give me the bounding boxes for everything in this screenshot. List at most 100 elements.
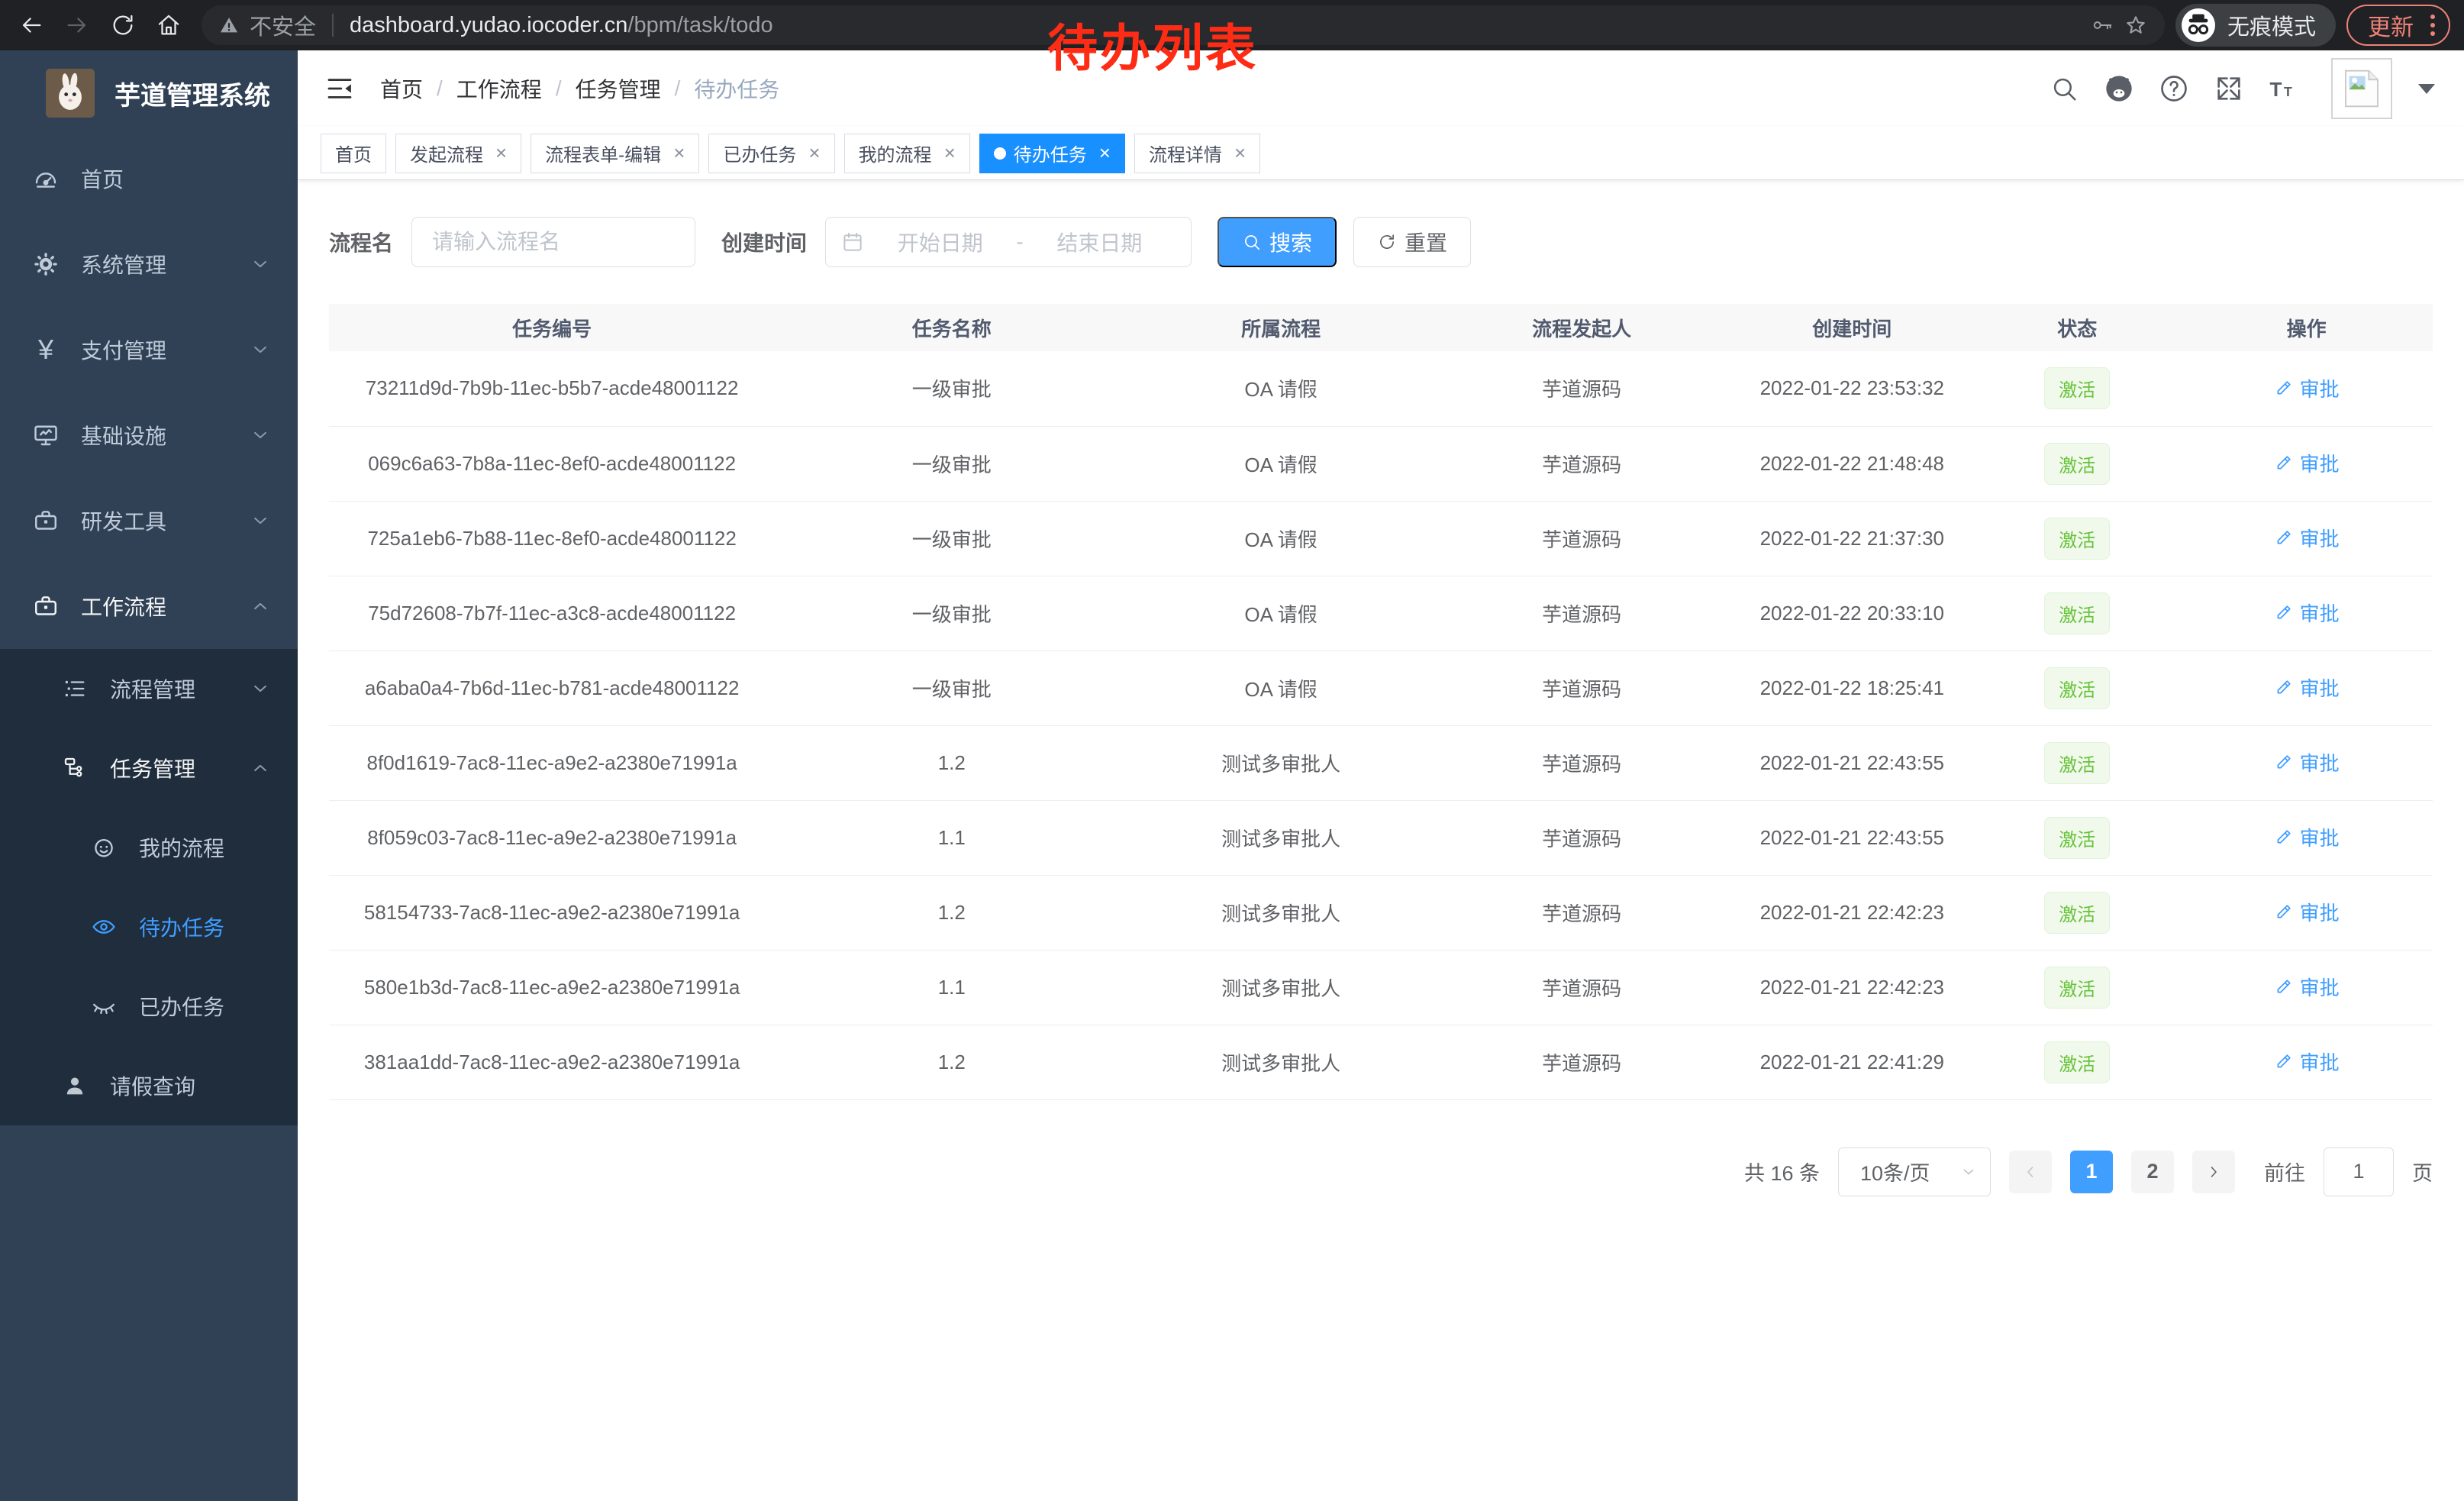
reset-button[interactable]: 重置	[1353, 217, 1471, 267]
page-button-2[interactable]: 2	[2131, 1151, 2174, 1193]
task-created: 2022-01-21 22:41:29	[1730, 1025, 1974, 1099]
approve-link[interactable]: 审批	[2274, 823, 2340, 851]
browser-reload-button[interactable]	[105, 8, 140, 43]
back-arrow-icon	[18, 12, 44, 38]
approve-link[interactable]: 审批	[2274, 599, 2340, 627]
task-created: 2022-01-22 21:48:48	[1730, 426, 1974, 501]
search-button[interactable]: 搜索	[1217, 217, 1337, 267]
annotation-overlay-text: 待办列表	[1047, 8, 1258, 81]
approve-link[interactable]: 审批	[2274, 524, 2340, 552]
org-tree-icon	[61, 754, 89, 782]
tab-process-detail[interactable]: 流程详情×	[1134, 134, 1260, 173]
sidebar-item-process-mgmt[interactable]: 流程管理	[0, 649, 298, 728]
sidebar-item-system[interactable]: 系统管理	[0, 221, 298, 307]
sidebar-item-task-mgmt[interactable]: 任务管理	[0, 728, 298, 808]
approve-link[interactable]: 审批	[2274, 1047, 2340, 1076]
approve-link[interactable]: 审批	[2274, 673, 2340, 702]
breadcrumb-task-mgmt[interactable]: 任务管理	[576, 73, 661, 104]
end-date-placeholder: 结束日期	[1024, 227, 1176, 257]
close-icon[interactable]: ×	[944, 141, 956, 165]
tab-done-tasks[interactable]: 已办任务×	[708, 134, 834, 173]
approve-link[interactable]: 审批	[2274, 374, 2340, 402]
broken-image-icon	[2342, 67, 2382, 110]
key-icon[interactable]	[2091, 14, 2114, 37]
close-icon[interactable]: ×	[1099, 141, 1111, 165]
task-name: 1.2	[775, 725, 1128, 800]
goto-page-input[interactable]	[2324, 1148, 2394, 1196]
status-badge: 激活	[2044, 443, 2110, 485]
page-size-select[interactable]: 10条/页	[1838, 1148, 1991, 1196]
sidebar-item-payment[interactable]: ¥ 支付管理	[0, 307, 298, 392]
sidebar-collapse-icon[interactable]	[324, 73, 356, 105]
browser-update-button[interactable]: 更新	[2346, 5, 2450, 46]
avatar-caret-icon[interactable]	[2418, 84, 2435, 94]
task-process: OA 请假	[1128, 501, 1434, 576]
tab-todo-tasks[interactable]: 待办任务×	[979, 134, 1125, 173]
approve-link[interactable]: 审批	[2274, 973, 2340, 1001]
svg-text:T: T	[2270, 78, 2282, 101]
app-title: 芋道管理系统	[114, 75, 270, 112]
refresh-icon	[1377, 232, 1397, 252]
col-status: 状态	[1974, 304, 2180, 351]
close-icon[interactable]: ×	[808, 141, 820, 165]
task-initiator: 芋道源码	[1434, 650, 1730, 725]
prev-page-button[interactable]	[2009, 1151, 2052, 1193]
task-name: 1.1	[775, 950, 1128, 1025]
github-icon[interactable]	[2104, 73, 2134, 104]
fullscreen-icon[interactable]	[2214, 73, 2244, 104]
sidebar-item-workflow[interactable]: 工作流程	[0, 563, 298, 649]
approve-link[interactable]: 审批	[2274, 748, 2340, 776]
close-icon[interactable]: ×	[673, 141, 685, 165]
task-process: OA 请假	[1128, 576, 1434, 650]
close-icon[interactable]: ×	[1234, 141, 1246, 165]
next-page-button[interactable]	[2192, 1151, 2235, 1193]
chevron-up-icon	[249, 757, 272, 780]
font-size-icon[interactable]: TT	[2269, 73, 2299, 104]
status-badge: 激活	[2044, 1041, 2110, 1083]
help-icon[interactable]	[2159, 73, 2189, 104]
tab-form-edit[interactable]: 流程表单-编辑×	[531, 134, 699, 173]
close-icon[interactable]: ×	[495, 141, 507, 165]
task-process: 测试多审批人	[1128, 950, 1434, 1025]
logo-image	[46, 69, 95, 118]
active-dot-icon	[994, 147, 1006, 160]
status-badge: 激活	[2044, 892, 2110, 934]
process-name-input[interactable]	[411, 217, 695, 267]
sidebar-item-my-process[interactable]: 我的流程	[0, 808, 298, 887]
search-icon[interactable]	[2049, 73, 2079, 104]
task-created: 2022-01-22 18:25:41	[1730, 650, 1974, 725]
breadcrumb-workflow[interactable]: 工作流程	[456, 73, 542, 104]
sidebar-item-home[interactable]: 首页	[0, 136, 298, 221]
tab-my-process[interactable]: 我的流程×	[844, 134, 970, 173]
avatar[interactable]	[2331, 58, 2392, 119]
browser-menu-icon[interactable]	[2427, 11, 2438, 39]
bookmark-star-icon[interactable]	[2124, 13, 2148, 37]
browser-forward-button[interactable]	[60, 8, 95, 43]
sidebar-item-done-tasks[interactable]: 已办任务	[0, 967, 298, 1046]
sidebar-item-leave-query[interactable]: 请假查询	[0, 1046, 298, 1125]
approve-link[interactable]: 审批	[2274, 449, 2340, 477]
edit-pen-icon	[2274, 378, 2294, 398]
sidebar-item-devtools[interactable]: 研发工具	[0, 478, 298, 563]
sidebar-item-label: 基础设施	[81, 420, 166, 450]
tab-home[interactable]: 首页	[321, 134, 386, 173]
browser-back-button[interactable]	[14, 8, 49, 43]
edit-pen-icon	[2274, 902, 2294, 922]
table-row: 8f0d1619-7ac8-11ec-a9e2-a2380e71991a 1.2…	[329, 725, 2433, 800]
person-icon	[61, 1072, 89, 1099]
table-row: 73211d9d-7b9b-11ec-b5b7-acde48001122 一级审…	[329, 351, 2433, 426]
page-button-1[interactable]: 1	[2070, 1151, 2113, 1193]
task-created: 2022-01-21 22:43:55	[1730, 725, 1974, 800]
sidebar-item-todo-tasks[interactable]: 待办任务	[0, 887, 298, 967]
sidebar-logo[interactable]: 芋道管理系统	[0, 50, 298, 136]
breadcrumb-home[interactable]: 首页	[380, 73, 423, 104]
browser-home-button[interactable]	[151, 8, 186, 43]
table-row: 58154733-7ac8-11ec-a9e2-a2380e71991a 1.2…	[329, 875, 2433, 950]
page-content: 流程名 创建时间 开始日期 - 结束日期 搜索 重置	[298, 180, 2464, 1501]
tab-start-process[interactable]: 发起流程×	[395, 134, 521, 173]
status-badge: 激活	[2044, 667, 2110, 709]
sidebar-item-infra[interactable]: 基础设施	[0, 392, 298, 478]
table-row: 580e1b3d-7ac8-11ec-a9e2-a2380e71991a 1.1…	[329, 950, 2433, 1025]
approve-link[interactable]: 审批	[2274, 898, 2340, 926]
date-range-picker[interactable]: 开始日期 - 结束日期	[825, 217, 1192, 267]
